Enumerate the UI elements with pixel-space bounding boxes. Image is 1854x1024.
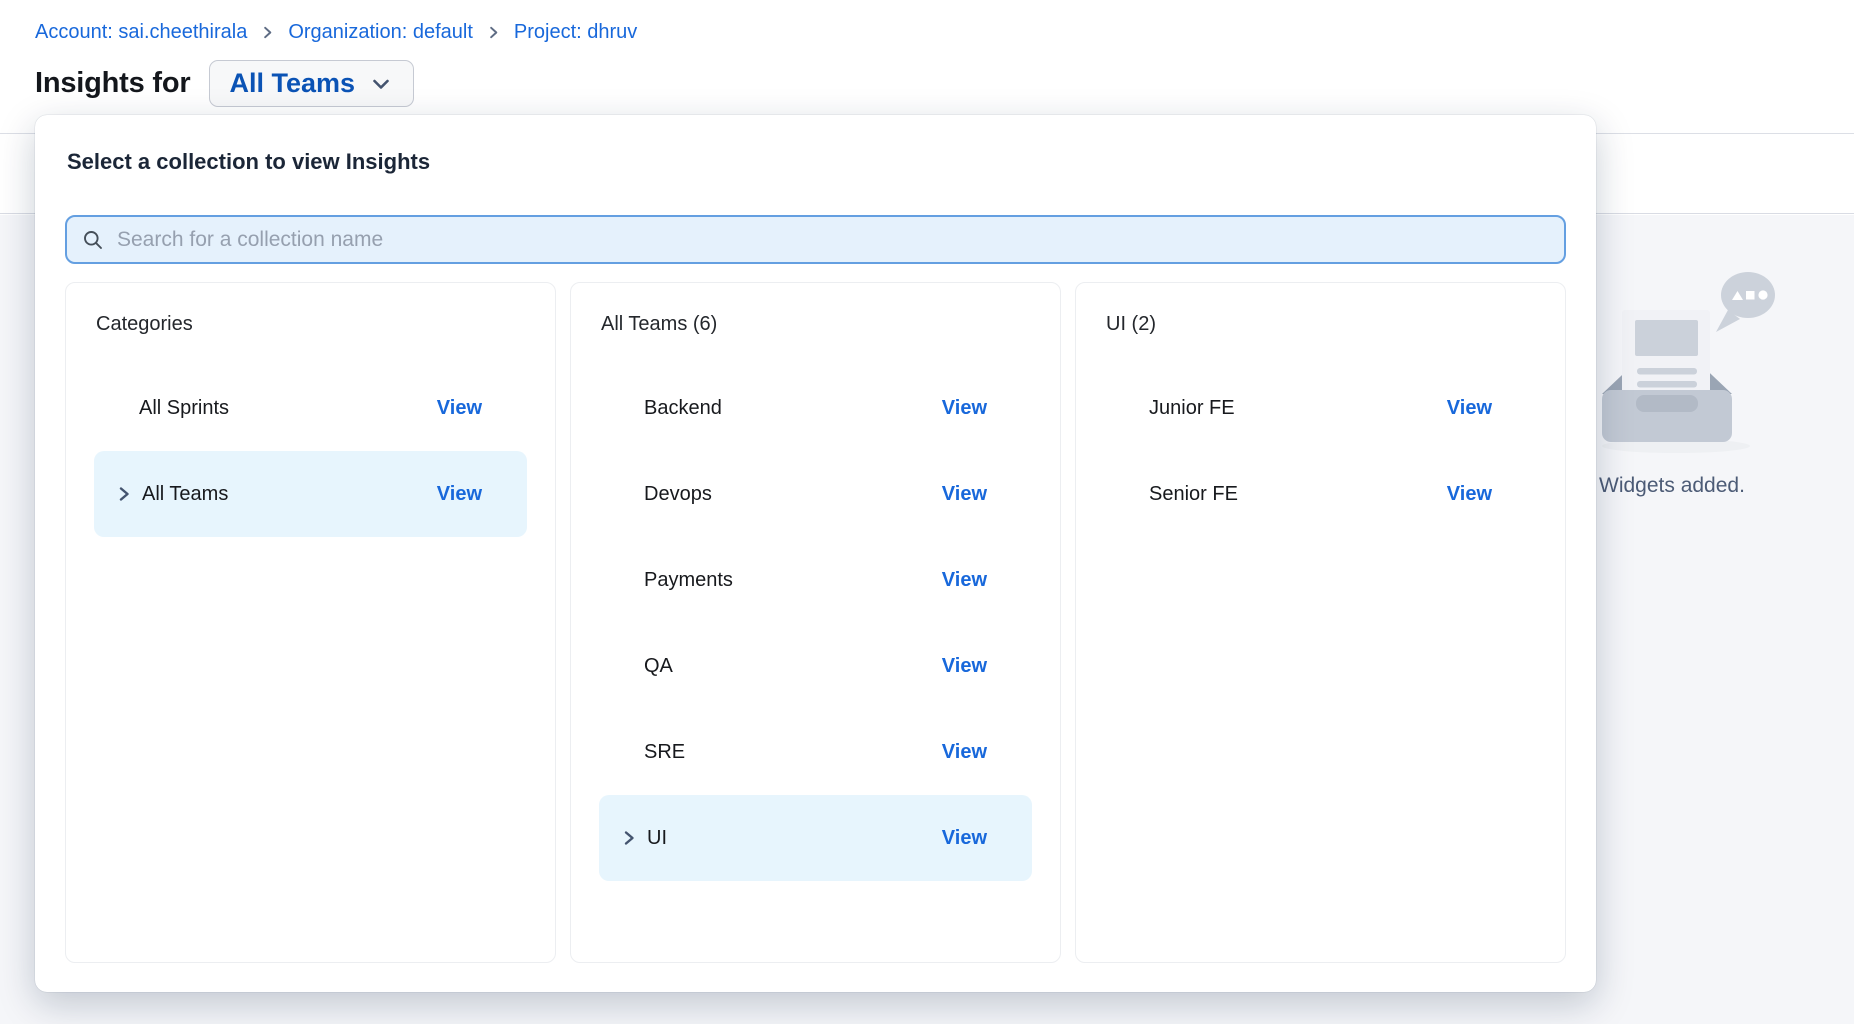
- view-link[interactable]: View: [437, 483, 482, 506]
- chevron-right-icon: [621, 830, 637, 846]
- insights-header: Insights for All Teams: [35, 60, 414, 107]
- chevron-down-icon: [369, 72, 393, 96]
- view-link[interactable]: View: [942, 483, 987, 506]
- collection-dropdown-button[interactable]: All Teams: [209, 60, 415, 107]
- column-all-teams: All Teams (6) Backend View Devops View P…: [570, 282, 1061, 963]
- list-item-label: UI: [647, 827, 667, 850]
- list-item-ui[interactable]: UI View: [599, 795, 1032, 881]
- view-link[interactable]: View: [1447, 483, 1492, 506]
- view-link[interactable]: View: [1447, 397, 1492, 420]
- column-header: UI (2): [1106, 311, 1537, 337]
- chevron-right-icon: [486, 25, 501, 40]
- list-item-all-sprints[interactable]: All Sprints View: [94, 365, 527, 451]
- view-link[interactable]: View: [942, 655, 987, 678]
- search-icon: [82, 229, 104, 251]
- list-item-senior-fe[interactable]: Senior FE View: [1104, 451, 1537, 537]
- list-item-label: Junior FE: [1149, 397, 1235, 420]
- view-link[interactable]: View: [942, 827, 987, 850]
- list-item-sre[interactable]: SRE View: [599, 709, 1032, 795]
- list-item-backend[interactable]: Backend View: [599, 365, 1032, 451]
- column-header: Categories: [96, 311, 527, 337]
- modal-title: Select a collection to view Insights: [67, 149, 1566, 175]
- column-header: All Teams (6): [601, 311, 1032, 337]
- view-link[interactable]: View: [942, 397, 987, 420]
- list-item-devops[interactable]: Devops View: [599, 451, 1032, 537]
- list-item-payments[interactable]: Payments View: [599, 537, 1032, 623]
- list-item-label: All Sprints: [139, 397, 229, 420]
- list-item-label: QA: [644, 655, 673, 678]
- search-input[interactable]: [117, 228, 1549, 252]
- list-item-label: Devops: [644, 483, 712, 506]
- view-link[interactable]: View: [437, 397, 482, 420]
- list-item-label: Senior FE: [1149, 483, 1238, 506]
- breadcrumb-account-link[interactable]: Account: sai.cheethirala: [35, 21, 247, 44]
- inbox-with-document-and-speech-bubble-icon: [1602, 262, 1784, 454]
- column-ui: UI (2) Junior FE View Senior FE View: [1075, 282, 1566, 963]
- list-item-label: SRE: [644, 741, 685, 764]
- column-categories: Categories All Sprints View All Teams Vi…: [65, 282, 556, 963]
- list-item-qa[interactable]: QA View: [599, 623, 1032, 709]
- collection-picker-modal: Select a collection to view Insights Cat…: [35, 115, 1596, 992]
- list-item-junior-fe[interactable]: Junior FE View: [1104, 365, 1537, 451]
- list-item-label: Backend: [644, 397, 722, 420]
- chevron-right-icon: [260, 25, 275, 40]
- view-link[interactable]: View: [942, 741, 987, 764]
- breadcrumb-project-link[interactable]: Project: dhruv: [514, 21, 637, 44]
- collection-dropdown-label: All Teams: [230, 68, 356, 99]
- collection-columns: Categories All Sprints View All Teams Vi…: [65, 282, 1566, 963]
- list-item-all-teams[interactable]: All Teams View: [94, 451, 527, 537]
- search-field[interactable]: [65, 215, 1566, 264]
- list-item-label: All Teams: [142, 483, 228, 506]
- breadcrumb: Account: sai.cheethirala Organization: d…: [35, 21, 637, 44]
- breadcrumb-organization-link[interactable]: Organization: default: [288, 21, 473, 44]
- list-item-label: Payments: [644, 569, 733, 592]
- page-title: Insights for: [35, 67, 191, 100]
- empty-state-text: Widgets added.: [1599, 474, 1745, 498]
- view-link[interactable]: View: [942, 569, 987, 592]
- chevron-right-icon: [116, 486, 132, 502]
